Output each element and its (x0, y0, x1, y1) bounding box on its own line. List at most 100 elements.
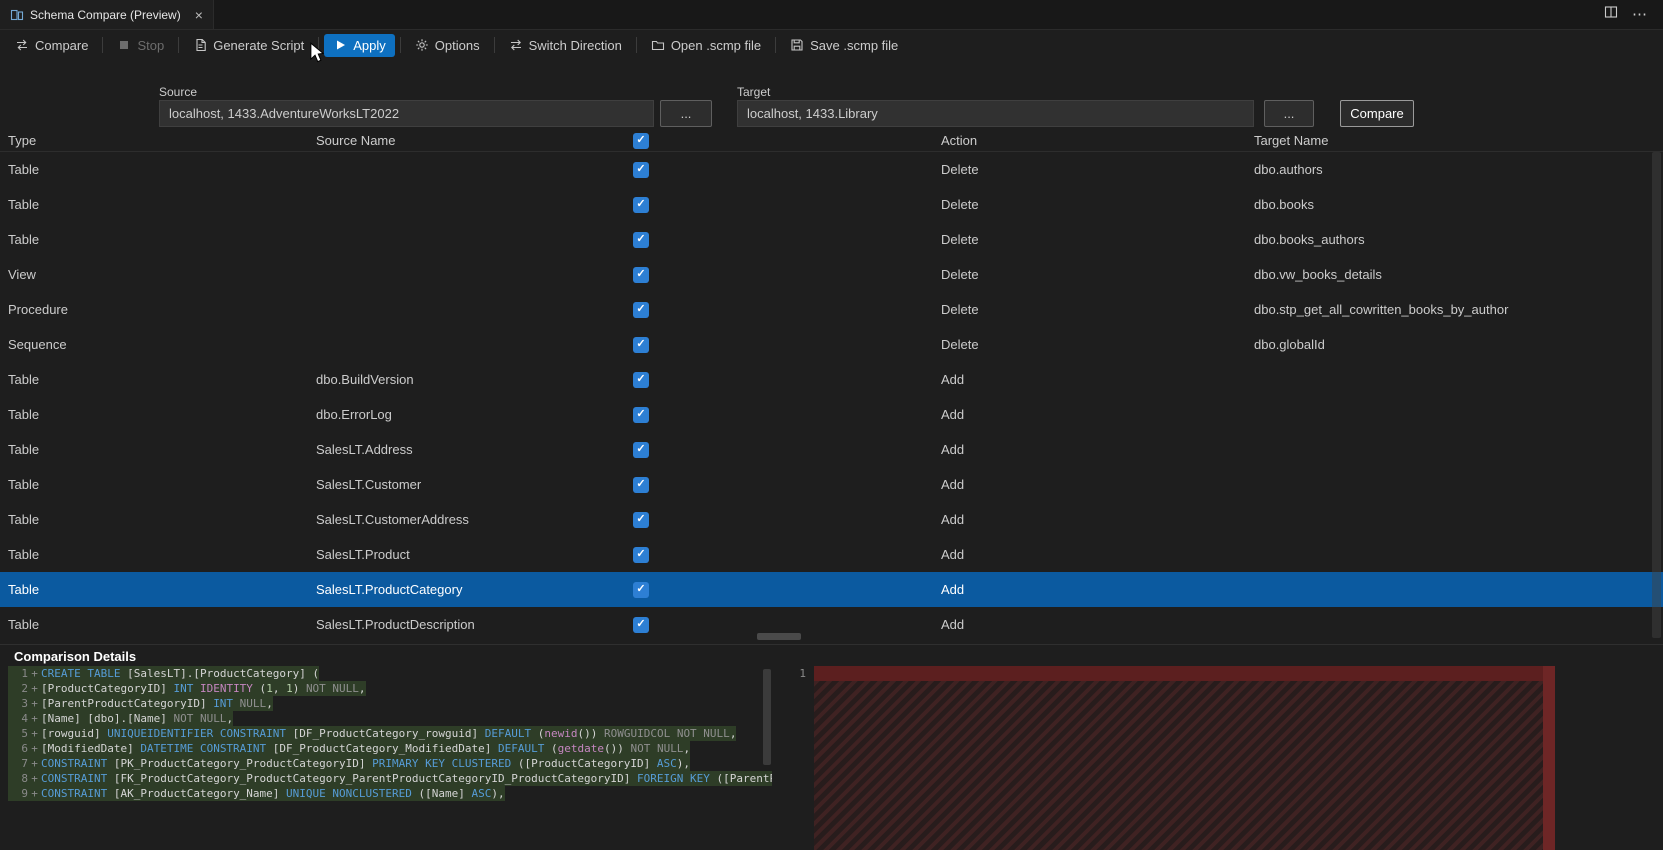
row-checkbox-cell (633, 616, 649, 633)
row-checkbox[interactable] (633, 546, 649, 563)
code-line: 8 + CONSTRAINT [FK_ProductCategory_Product… (8, 771, 772, 786)
table-row[interactable]: Table Delete dbo.books (0, 187, 1663, 222)
diff-right-pane[interactable]: 1 (788, 666, 1555, 850)
source-browse-button[interactable]: ... (660, 100, 712, 127)
row-checkbox-cell (633, 301, 649, 318)
toolbar-item-label: Compare (35, 37, 89, 53)
row-type: Table (8, 407, 40, 422)
table-row[interactable]: Sequence Delete dbo.globalId (0, 327, 1663, 362)
diff-add-sign: + (31, 787, 38, 800)
code-text: CONSTRAINT [FK_ProductCategory_ProductCa… (41, 772, 772, 785)
row-checkbox[interactable] (633, 371, 649, 388)
table-row[interactable]: Table SalesLT.Customer Add (0, 467, 1663, 502)
row-checkbox[interactable] (633, 336, 649, 353)
code-text: [ParentProductCategoryID] INT NULL, (41, 697, 273, 710)
toolbar-item-save-scmp-file[interactable]: Save .scmp file (781, 34, 907, 57)
code-line: 5 + [rowguid] UNIQUEIDENTIFIER CONSTRAINT … (8, 726, 737, 741)
split-editor-icon[interactable] (1604, 5, 1618, 24)
row-action: Add (941, 442, 965, 457)
toolbar-item-compare[interactable]: Compare (6, 34, 97, 57)
table-row[interactable]: Table Delete dbo.authors (0, 152, 1663, 187)
gear-icon (415, 38, 429, 52)
row-checkbox-cell (633, 581, 649, 598)
row-checkbox-cell (633, 406, 649, 423)
column-target-name[interactable]: Target Name (1254, 133, 1663, 148)
compare-button[interactable]: Compare (1340, 100, 1414, 127)
close-icon[interactable] (195, 8, 203, 22)
source-input[interactable] (159, 100, 654, 127)
more-actions-icon[interactable] (1632, 5, 1647, 24)
row-type: Procedure (8, 302, 68, 317)
table-row[interactable]: Table SalesLT.Address Add (0, 432, 1663, 467)
column-action[interactable]: Action (941, 133, 1254, 148)
row-checkbox[interactable] (633, 581, 649, 598)
row-checkbox-cell (633, 266, 649, 283)
diff-add-sign: + (31, 712, 38, 725)
toolbar-item-open-scmp-file[interactable]: Open .scmp file (642, 34, 770, 57)
row-target-name: dbo.authors (1254, 162, 1323, 177)
row-source-name: dbo.BuildVersion (316, 372, 414, 387)
row-checkbox[interactable] (633, 476, 649, 493)
table-row[interactable]: Table SalesLT.Product Add (0, 537, 1663, 572)
grid-vertical-scrollbar[interactable] (1652, 152, 1661, 638)
table-row[interactable]: Table Delete dbo.books_authors (0, 222, 1663, 257)
code-line-row: 4 + [Name] [dbo].[Name] NOT NULL, (8, 711, 772, 726)
row-action: Add (941, 547, 965, 562)
row-action: Add (941, 617, 965, 632)
column-type[interactable]: Type (8, 133, 316, 148)
code-line: 7 + CONSTRAINT [PK_ProductCategory_Product… (8, 756, 691, 771)
code-line-row: 7 + CONSTRAINT [PK_ProductCategory_Product… (8, 756, 772, 771)
diff-left-pane[interactable]: 1 + CREATE TABLE [SalesLT].[ProductCategor… (8, 666, 772, 850)
table-row[interactable]: Table SalesLT.ProductCategory Add (0, 572, 1663, 607)
row-checkbox[interactable] (633, 196, 649, 213)
row-type: Table (8, 582, 40, 597)
toolbar-item-label: Open .scmp file (670, 37, 762, 53)
toolbar-item-switch-direction[interactable]: Switch Direction (500, 34, 631, 57)
target-input[interactable] (737, 100, 1254, 127)
code-text: [rowguid] UNIQUEIDENTIFIER CONSTRAINT [D… (41, 727, 737, 740)
grid-header: Type Source Name Action Target Name (0, 130, 1663, 152)
row-checkbox[interactable] (633, 406, 649, 423)
toolbar-item-apply[interactable]: Apply (324, 33, 395, 57)
line-number: 6 (21, 742, 28, 755)
row-checkbox[interactable] (633, 301, 649, 318)
table-row[interactable]: Table SalesLT.ProductDescription Add (0, 607, 1663, 642)
toolbar-item-options[interactable]: Options (406, 34, 489, 57)
table-row[interactable]: Procedure Delete dbo.stp_get_all_cowritten… (0, 292, 1663, 327)
select-all-checkbox[interactable] (633, 132, 649, 149)
source-label: Source (159, 85, 198, 99)
table-row[interactable]: Table dbo.BuildVersion Add (0, 362, 1663, 397)
row-source-name: SalesLT.CustomerAddress (316, 512, 469, 527)
code-text: [ModifiedDate] DATETIME CONSTRAINT [DF_P… (41, 742, 691, 755)
tab-title: Schema Compare (Preview) (30, 7, 181, 22)
toolbar-item-label: Generate Script (213, 37, 305, 53)
diff-overview-ruler (1543, 666, 1555, 850)
row-source-name: SalesLT.Customer (316, 477, 422, 492)
toolbar-item-stop[interactable]: Stop (108, 34, 173, 57)
diff-left-scrollbar[interactable] (763, 669, 771, 765)
line-number: 4 (21, 712, 28, 725)
row-checkbox-cell (633, 231, 649, 248)
row-checkbox[interactable] (633, 441, 649, 458)
column-source-name[interactable]: Source Name (316, 133, 633, 148)
row-checkbox[interactable] (633, 231, 649, 248)
code-line-row: 6 + [ModifiedDate] DATETIME CONSTRAINT [DF… (8, 741, 772, 756)
row-checkbox[interactable] (633, 266, 649, 283)
grid-horizontal-scrollbar[interactable] (757, 633, 801, 640)
row-checkbox-cell (633, 371, 649, 388)
row-checkbox-cell (633, 546, 649, 563)
row-type: Table (8, 197, 40, 212)
open-file-icon (651, 38, 665, 52)
tab-schema-compare[interactable]: Schema Compare (Preview) (0, 0, 214, 29)
code-line: 4 + [Name] [dbo].[Name] NOT NULL, (8, 711, 234, 726)
row-checkbox[interactable] (633, 161, 649, 178)
target-browse-button[interactable]: ... (1264, 100, 1314, 127)
table-row[interactable]: Table SalesLT.CustomerAddress Add (0, 502, 1663, 537)
row-type: Table (8, 477, 40, 492)
row-type: Table (8, 547, 40, 562)
table-row[interactable]: View Delete dbo.vw_books_details (0, 257, 1663, 292)
table-row[interactable]: Table dbo.ErrorLog Add (0, 397, 1663, 432)
row-checkbox[interactable] (633, 511, 649, 528)
row-checkbox[interactable] (633, 616, 649, 633)
toolbar-item-generate-script[interactable]: Generate Script (184, 34, 313, 57)
